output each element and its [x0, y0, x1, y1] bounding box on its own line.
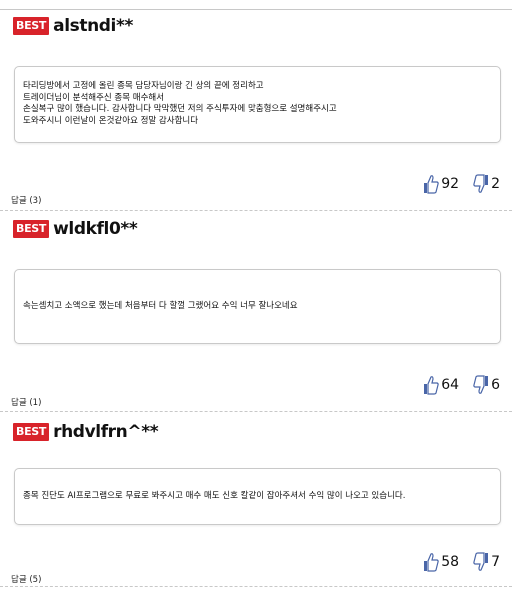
thumbs-up-icon: [423, 375, 439, 395]
like-count: 92: [441, 176, 460, 192]
best-badge: BEST: [13, 17, 50, 35]
dislike-button[interactable]: 7: [473, 552, 500, 572]
comment-text-line: 트레이더님이 분석해주신 종목 매수해서: [23, 92, 165, 103]
comment-divider: [0, 586, 512, 587]
thumbs-up-icon: [423, 552, 439, 572]
comment-username: wldkfl0**: [53, 219, 138, 239]
comment-body: 속는셈치고 소액으로 했는데 처음부터 다 할껄 그랬어요 수익 너무 잘나오네…: [14, 269, 501, 344]
dislike-count: 6: [491, 377, 500, 393]
comment-header: BEST wldkfl0**: [13, 219, 138, 239]
thumbs-up-icon: [423, 174, 439, 194]
dislike-button[interactable]: 6: [473, 375, 500, 395]
comment-text-line: 종목 진단도 AI프로그램으로 무료로 봐주시고 매수 매도 신호 칼같이 잡아…: [23, 491, 406, 501]
comment-username: rhdvlfrn^**: [53, 422, 159, 442]
like-button[interactable]: 64: [423, 375, 459, 395]
dislike-count: 2: [491, 176, 500, 192]
comment-username: alstndi**: [53, 16, 133, 36]
like-button[interactable]: 58: [423, 552, 459, 572]
best-badge: BEST: [13, 220, 50, 238]
thumbs-down-icon: [473, 174, 489, 194]
like-count: 64: [441, 377, 460, 393]
reply-link[interactable]: 답글 (5): [11, 573, 41, 585]
comment-text-line: 타리딩방에서 고정에 올린 종목 담당자님이랑 긴 상의 끝에 정리하고: [23, 81, 264, 91]
comment-text-line: 손실복구 많이 했습니다. 감사합니다 막막했던 저의 주식투자에 맞춤형으로 …: [23, 104, 337, 114]
comment-header: BEST rhdvlfrn^**: [13, 422, 159, 442]
dislike-count: 7: [491, 554, 500, 570]
top-divider: [0, 9, 512, 10]
reply-link[interactable]: 답글 (3): [11, 194, 41, 206]
thumbs-down-icon: [473, 552, 489, 572]
comment-divider: [0, 411, 512, 412]
comment-text-line: 속는셈치고 소액으로 했는데 처음부터 다 할껄 그랬어요 수익 너무 잘나오네…: [23, 301, 298, 311]
reply-link[interactable]: 답글 (1): [11, 396, 41, 408]
comment-list: BEST alstndi** 타리딩방에서 고정에 올린 종목 담당자님이랑 긴…: [0, 0, 512, 600]
like-button[interactable]: 92: [423, 174, 459, 194]
comment-body: 종목 진단도 AI프로그램으로 무료로 봐주시고 매수 매도 신호 칼같이 잡아…: [14, 468, 501, 525]
like-count: 58: [441, 554, 460, 570]
comment-divider: [0, 210, 512, 211]
comment-body: 타리딩방에서 고정에 올린 종목 담당자님이랑 긴 상의 끝에 정리하고 트레이…: [14, 66, 501, 143]
thumbs-down-icon: [473, 375, 489, 395]
dislike-button[interactable]: 2: [473, 174, 500, 194]
comment-text-line: 도와주시니 이런날이 온것같아요 정말 감사합니다: [23, 115, 199, 126]
vote-group: 58 7: [423, 552, 500, 572]
vote-group: 64 6: [423, 375, 500, 395]
best-badge: BEST: [13, 423, 50, 441]
comment-header: BEST alstndi**: [13, 16, 133, 36]
vote-group: 92 2: [423, 174, 500, 194]
